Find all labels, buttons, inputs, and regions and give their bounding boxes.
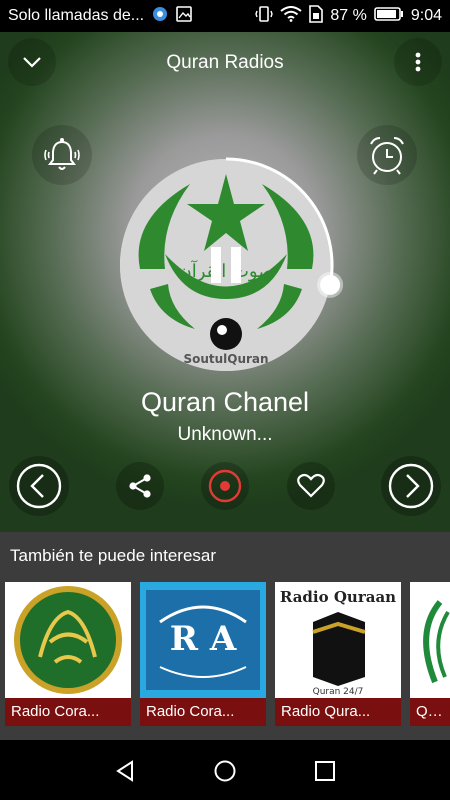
alarm-button[interactable] bbox=[32, 125, 92, 185]
clock-text: 9:04 bbox=[410, 7, 442, 24]
suggestion-label: Radio Qura... bbox=[275, 698, 401, 726]
suggestion-label: Qura bbox=[410, 698, 450, 726]
suggestion-card[interactable]: Qura bbox=[410, 582, 450, 726]
chevron-right-circle-icon bbox=[388, 463, 434, 509]
navigation-bar bbox=[0, 740, 450, 800]
quran-green-logo-icon bbox=[410, 582, 450, 698]
quran-calligraphy-logo-icon bbox=[5, 582, 131, 698]
chevron-left-circle-icon bbox=[16, 463, 62, 509]
battery-icon bbox=[374, 6, 404, 26]
back-icon[interactable] bbox=[113, 759, 137, 783]
vibrate-icon bbox=[255, 5, 274, 28]
battery-text: 87 % bbox=[330, 7, 367, 24]
svg-text:R A: R A bbox=[170, 619, 237, 659]
pause-icon bbox=[211, 247, 241, 283]
station-name: Quran Chanel bbox=[140, 387, 310, 417]
suggestion-label: Radio Cora... bbox=[140, 698, 266, 726]
sleep-timer-button[interactable] bbox=[357, 125, 417, 185]
suggestion-label: Radio Cora... bbox=[5, 698, 131, 726]
artwork-caption: SoutulQuran bbox=[183, 352, 268, 366]
radio-coran-algerie-logo-icon: R A bbox=[140, 582, 266, 698]
suggestion-card[interactable]: R A Radio Cora... bbox=[140, 582, 266, 726]
image-notification-icon bbox=[176, 5, 192, 27]
station-artwork: صوت القرآن SoutulQuran bbox=[120, 159, 332, 371]
suggestion-card[interactable]: Radio Cora... bbox=[5, 582, 131, 726]
recents-icon[interactable] bbox=[314, 760, 336, 782]
card-art-title: Radio Quraan bbox=[280, 588, 396, 606]
share-icon bbox=[129, 474, 151, 498]
home-icon[interactable] bbox=[213, 759, 237, 783]
more-vert-icon bbox=[415, 52, 421, 72]
next-button[interactable] bbox=[381, 456, 441, 516]
track-title: Unknown... bbox=[177, 424, 273, 445]
card-art-subtitle: Quran 24/7 bbox=[313, 687, 364, 697]
page-title: Quran Radios bbox=[166, 52, 284, 73]
previous-button[interactable] bbox=[9, 456, 69, 516]
menu-button[interactable] bbox=[394, 38, 442, 86]
suggestions-title: También te puede interesar bbox=[10, 546, 217, 565]
carrier-text: Solo llamadas de... bbox=[8, 7, 145, 24]
suggestion-card[interactable]: Radio Quraan Quran 24/7 Radio Qura... bbox=[275, 582, 401, 726]
alarm-clock-icon bbox=[370, 137, 404, 175]
share-button[interactable] bbox=[116, 462, 164, 510]
pause-button[interactable] bbox=[208, 245, 244, 285]
record-icon bbox=[208, 469, 242, 503]
favorite-button[interactable] bbox=[287, 462, 335, 510]
kaaba-logo-icon: Radio Quraan Quran 24/7 bbox=[275, 582, 401, 698]
browser-notification-icon bbox=[152, 6, 168, 27]
record-button[interactable] bbox=[201, 462, 249, 510]
suggestions-section: También te puede interesar Radio Cora...… bbox=[0, 532, 450, 740]
bell-icon bbox=[44, 138, 80, 170]
status-bar: Solo llamadas de... 87 % 9:04 bbox=[0, 0, 450, 32]
wifi-icon bbox=[280, 5, 303, 27]
heart-icon bbox=[297, 473, 325, 498]
player-panel: Quran Radios صوت القرآن SoutulQuran Qura… bbox=[0, 32, 450, 532]
sim-icon bbox=[309, 4, 324, 28]
